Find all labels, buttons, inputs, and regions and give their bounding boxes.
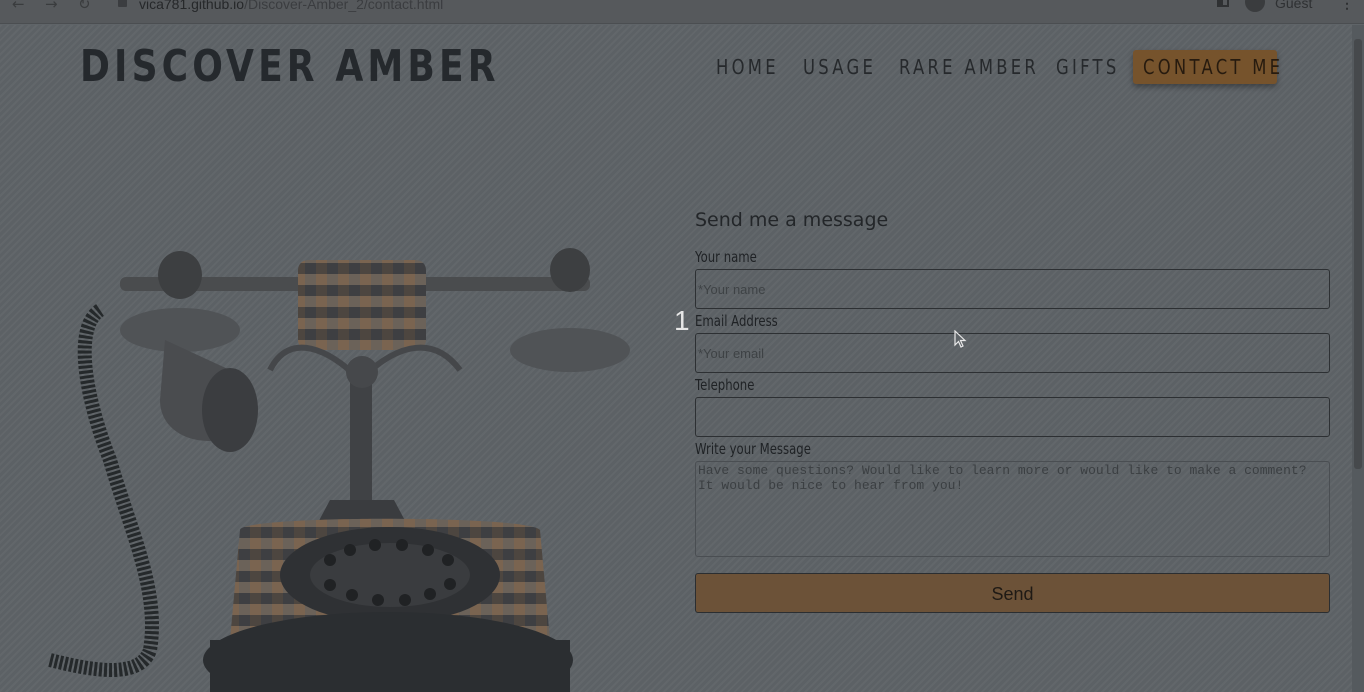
- telephone-label: Telephone: [695, 376, 755, 394]
- send-button[interactable]: Send: [695, 573, 1330, 613]
- form-title: Send me a message: [695, 209, 889, 231]
- nav-rare-amber[interactable]: RARE AMBER: [899, 55, 1039, 79]
- email-label: Email Address: [695, 312, 778, 330]
- email-input[interactable]: *Your email: [695, 333, 1330, 373]
- message-textarea[interactable]: Have some questions? Would like to learn…: [695, 461, 1330, 557]
- nav-contact-me-label: CONTACT ME: [1143, 55, 1284, 79]
- back-arrow-icon[interactable]: ←: [12, 0, 25, 13]
- page-scrollbar[interactable]: [1352, 25, 1364, 692]
- page-content: DISCOVER AMBER HOME USAGE RARE AMBER GIF…: [0, 25, 1352, 692]
- scrollbar-thumb[interactable]: [1354, 39, 1362, 469]
- profile-avatar-icon[interactable]: [1245, 0, 1265, 12]
- nav-contact-me[interactable]: CONTACT ME: [1133, 50, 1280, 84]
- url-path: /Discover-Amber_2/contact.html: [244, 0, 444, 12]
- nav-home[interactable]: HOME: [716, 55, 779, 79]
- name-placeholder: *Your name: [698, 282, 766, 297]
- nav-usage[interactable]: USAGE: [803, 55, 876, 79]
- name-input[interactable]: *Your name: [695, 269, 1330, 309]
- side-panel-icon[interactable]: [1217, 0, 1229, 7]
- mouse-cursor-icon: [954, 330, 967, 348]
- message-label: Write your Message: [695, 440, 811, 458]
- send-button-label: Send: [991, 584, 1034, 604]
- browser-toolbar: ← → ↻ vica781.github.io/Discover-Amber_2…: [0, 0, 1364, 24]
- nav-gifts[interactable]: GIFTS: [1056, 55, 1120, 79]
- reload-icon[interactable]: ↻: [78, 0, 91, 13]
- amber-telephone-image: [48, 248, 630, 692]
- forward-arrow-icon[interactable]: →: [45, 0, 58, 13]
- lock-icon: [118, 0, 127, 7]
- name-label: Your name: [695, 248, 757, 266]
- step-marker: 1: [674, 305, 690, 336]
- email-placeholder: *Your email: [698, 346, 765, 361]
- browser-menu-icon[interactable]: ⋮: [1340, 0, 1354, 12]
- profile-label[interactable]: Guest: [1275, 0, 1312, 11]
- url-host: vica781.github.io: [139, 0, 245, 12]
- message-placeholder: Have some questions? Would like to learn…: [698, 463, 1307, 493]
- site-logo[interactable]: DISCOVER AMBER: [80, 41, 500, 92]
- telephone-input[interactable]: [695, 397, 1330, 437]
- address-bar[interactable]: vica781.github.io/Discover-Amber_2/conta…: [118, 0, 443, 12]
